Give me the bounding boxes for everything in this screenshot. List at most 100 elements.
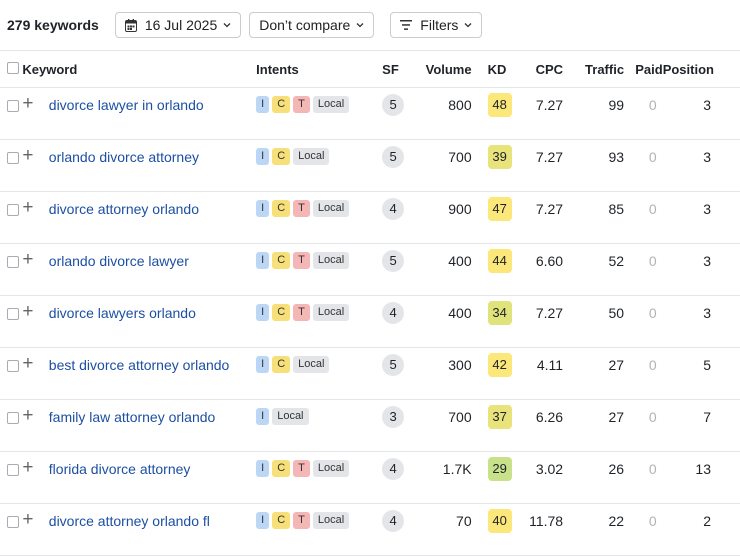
- position-cell: 2: [662, 503, 740, 556]
- column-sf[interactable]: SF: [382, 50, 415, 88]
- sf-badge[interactable]: 5: [382, 94, 405, 116]
- cpc-cell: 11.78: [514, 503, 564, 556]
- kd-cell: 29: [471, 451, 515, 504]
- row-checkbox[interactable]: [7, 412, 19, 424]
- intent-local-badge: Local: [293, 148, 330, 165]
- cpc-cell: 7.27: [514, 191, 564, 244]
- keyword-link[interactable]: orlando divorce attorney: [49, 149, 199, 165]
- add-to-list-icon[interactable]: +: [22, 191, 49, 244]
- intents-cell: I Local: [256, 399, 383, 452]
- cpc-cell: 7.27: [514, 295, 564, 348]
- row-checkbox[interactable]: [7, 204, 19, 216]
- keyword-cell: best divorce attorney orlando: [48, 347, 257, 400]
- column-paid[interactable]: Paid: [624, 50, 663, 88]
- column-kd[interactable]: KD: [471, 50, 515, 88]
- row-checkbox[interactable]: [7, 360, 19, 372]
- row-select-cell: [0, 503, 23, 556]
- kd-badge: 34: [487, 301, 512, 325]
- column-position[interactable]: Position: [662, 50, 740, 88]
- keyword-link[interactable]: best divorce attorney orlando: [49, 357, 230, 373]
- keywords-table: Keyword Intents SF Volume KD CPC Traffic…: [0, 50, 740, 556]
- toolbar: 279 keywords 16 Jul 2025 Don’t compare F…: [0, 0, 740, 50]
- sf-badge[interactable]: 5: [382, 354, 405, 376]
- keyword-cell: divorce lawyers orlando: [48, 295, 257, 348]
- position-cell: 3: [662, 243, 740, 296]
- sf-badge[interactable]: 5: [382, 146, 405, 168]
- row-checkbox[interactable]: [7, 100, 19, 112]
- intents-cell: I C T Local: [256, 295, 383, 348]
- cpc-cell: 3.02: [514, 451, 564, 504]
- add-to-list-icon[interactable]: +: [22, 295, 49, 348]
- row-checkbox[interactable]: [7, 516, 19, 528]
- date-picker-button[interactable]: 16 Jul 2025: [114, 12, 242, 38]
- column-cpc[interactable]: CPC: [514, 50, 564, 88]
- sf-cell: 4: [382, 503, 415, 556]
- add-to-list-icon[interactable]: +: [22, 243, 49, 296]
- kd-badge: 47: [487, 197, 512, 221]
- add-to-list-icon[interactable]: +: [22, 139, 49, 192]
- row-checkbox[interactable]: [7, 464, 19, 476]
- row-checkbox[interactable]: [7, 308, 19, 320]
- filters-label: Filters: [420, 17, 459, 33]
- intent-transactional-badge: T: [293, 96, 310, 113]
- keyword-link[interactable]: divorce attorney orlando: [49, 201, 199, 217]
- position-cell: 3: [662, 139, 740, 192]
- volume-cell: 700: [414, 399, 472, 452]
- intents-cell: I C T Local: [256, 87, 383, 140]
- intent-local-badge: Local: [312, 460, 350, 477]
- select-all-checkbox[interactable]: [7, 61, 19, 74]
- sf-badge[interactable]: 4: [382, 302, 405, 324]
- add-to-list-icon[interactable]: +: [22, 87, 49, 140]
- add-to-list-icon[interactable]: +: [22, 399, 49, 452]
- column-traffic[interactable]: Traffic: [563, 50, 625, 88]
- sf-badge[interactable]: 5: [382, 250, 405, 272]
- position-cell: 3: [662, 191, 740, 244]
- keyword-link[interactable]: divorce lawyer in orlando: [49, 97, 204, 113]
- sf-cell: 4: [382, 451, 415, 504]
- volume-cell: 300: [414, 347, 472, 400]
- row-select-cell: [0, 295, 23, 348]
- column-keyword[interactable]: Keyword: [22, 50, 257, 88]
- sf-badge[interactable]: 4: [382, 458, 405, 480]
- volume-cell: 70: [414, 503, 472, 556]
- keyword-link[interactable]: divorce lawyers orlando: [49, 305, 196, 321]
- intent-local-badge: Local: [312, 252, 350, 269]
- keyword-cell: florida divorce attorney: [48, 451, 257, 504]
- sf-badge[interactable]: 4: [382, 510, 405, 532]
- keyword-link[interactable]: orlando divorce lawyer: [49, 253, 189, 269]
- paid-cell: 0: [624, 139, 663, 192]
- intents-cell: I C T Local: [256, 451, 383, 504]
- add-to-list-icon[interactable]: +: [22, 347, 49, 400]
- paid-cell: 0: [624, 347, 663, 400]
- calendar-icon: [124, 18, 137, 32]
- keyword-link[interactable]: florida divorce attorney: [49, 461, 191, 477]
- keyword-count: 279 keywords: [7, 17, 99, 33]
- kd-badge: 29: [487, 457, 512, 481]
- add-to-list-icon[interactable]: +: [22, 451, 49, 504]
- row-checkbox[interactable]: [7, 256, 19, 268]
- add-to-list-icon[interactable]: +: [22, 503, 49, 556]
- intents-cell: I C T Local: [256, 191, 383, 244]
- intent-commercial-badge: C: [272, 200, 291, 217]
- intent-commercial-badge: C: [272, 96, 291, 113]
- keyword-link[interactable]: divorce attorney orlando fl: [49, 513, 210, 529]
- compare-dropdown[interactable]: Don’t compare: [249, 12, 375, 38]
- kd-badge: 40: [487, 509, 512, 533]
- intent-local-badge: Local: [272, 408, 309, 425]
- table-header-row: Keyword Intents SF Volume KD CPC Traffic…: [0, 50, 740, 88]
- position-cell: 5: [662, 347, 740, 400]
- kd-cell: 37: [471, 399, 515, 452]
- sf-badge[interactable]: 3: [382, 406, 405, 428]
- column-volume[interactable]: Volume: [414, 50, 472, 88]
- paid-cell: 0: [624, 503, 663, 556]
- intents-cell: I C Local: [256, 139, 383, 192]
- paid-cell: 0: [624, 451, 663, 504]
- sf-badge[interactable]: 4: [382, 198, 405, 220]
- keyword-link[interactable]: family law attorney orlando: [49, 409, 216, 425]
- row-checkbox[interactable]: [7, 152, 19, 164]
- column-intents[interactable]: Intents: [256, 50, 383, 88]
- filters-button[interactable]: Filters: [390, 12, 483, 38]
- kd-badge: 42: [487, 353, 512, 377]
- keyword-cell: orlando divorce lawyer: [48, 243, 257, 296]
- intent-local-badge: Local: [312, 512, 350, 529]
